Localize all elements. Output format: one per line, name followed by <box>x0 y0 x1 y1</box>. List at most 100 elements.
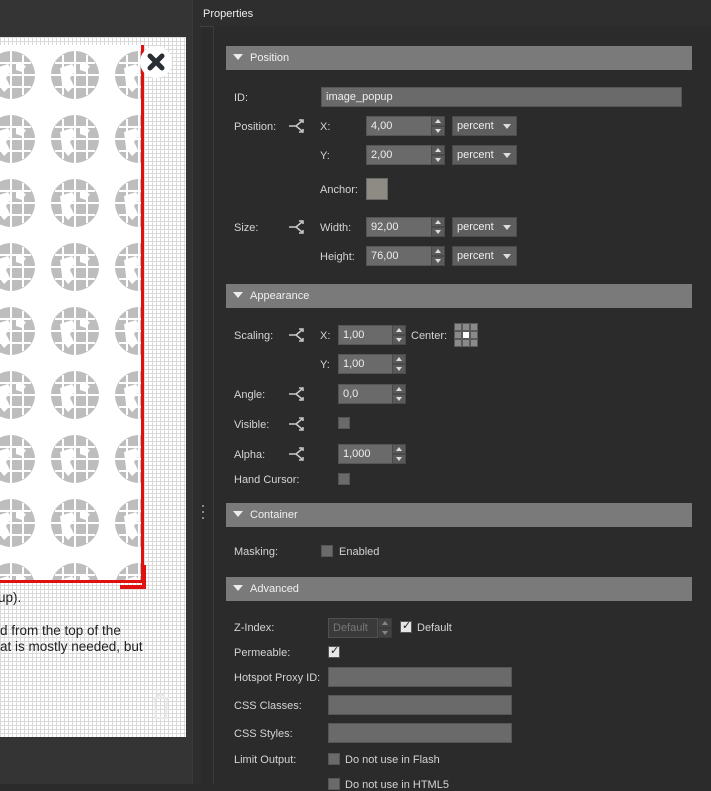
no-html5-label: Do not use in HTML5 <box>345 779 449 791</box>
alpha-stepper[interactable] <box>392 444 406 464</box>
close-icon <box>147 53 165 71</box>
editor-canvas[interactable]: up). d from the top of the at is mostly … <box>0 0 192 784</box>
globe-row <box>0 50 141 110</box>
zindex-default-checkbox[interactable] <box>400 619 412 633</box>
close-button[interactable] <box>140 46 172 78</box>
id-label: ID: <box>234 92 249 104</box>
width-field[interactable]: 92,00 <box>366 217 432 237</box>
splitter-grip-icon[interactable] <box>202 505 204 519</box>
selection-corner[interactable] <box>120 565 146 589</box>
globe-icon <box>0 434 36 484</box>
link-icon[interactable] <box>287 387 305 401</box>
section-position[interactable]: Position <box>226 46 692 70</box>
scale-x-field[interactable]: 1,00 <box>338 325 393 345</box>
globe-icon <box>50 498 100 548</box>
visible-checkbox[interactable] <box>338 417 350 429</box>
scaling-label: Scaling: <box>234 330 274 342</box>
pos-x-field[interactable]: 4,00 <box>366 116 432 136</box>
globe-row <box>0 178 141 238</box>
section-title: Appearance <box>250 290 310 302</box>
globe-icon <box>0 562 36 580</box>
stage-text-block: up). d from the top of the at is mostly … <box>0 590 186 655</box>
collapse-triangle-icon <box>233 585 243 591</box>
angle-label: Angle: <box>234 389 266 401</box>
link-icon[interactable] <box>287 447 305 461</box>
scale-x-stepper[interactable] <box>392 325 406 345</box>
anchor-label: Anchor: <box>320 184 358 196</box>
height-unit-select[interactable]: percent <box>452 246 517 266</box>
globe-icon <box>50 306 100 356</box>
globe-icon <box>50 370 100 420</box>
visible-label: Visible: <box>234 419 270 431</box>
section-title: Container <box>250 509 298 521</box>
globe-icon <box>114 242 141 292</box>
link-icon[interactable] <box>287 328 305 342</box>
globe-icon <box>50 562 100 580</box>
stage-text-line: at is mostly needed, but <box>0 639 143 654</box>
hotspot-field[interactable] <box>328 667 512 687</box>
height-stepper[interactable] <box>431 246 445 266</box>
globe-icon <box>114 498 141 548</box>
height-field[interactable]: 76,00 <box>366 246 432 266</box>
image-popup-element[interactable] <box>0 45 144 583</box>
globe-icon <box>114 178 141 228</box>
scale-y-field[interactable]: 1,00 <box>338 354 393 374</box>
section-advanced[interactable]: Advanced <box>226 577 692 601</box>
width-unit-select[interactable]: percent <box>452 217 517 237</box>
css-classes-field[interactable] <box>328 695 512 715</box>
pos-x-unit-select[interactable]: percent <box>452 116 517 136</box>
globe-icon <box>114 434 141 484</box>
stage-text-line: up). <box>0 590 22 605</box>
hand-cursor-checkbox[interactable] <box>338 473 350 485</box>
globe-icon <box>0 306 36 356</box>
zindex-default-label: Default <box>417 622 452 634</box>
globe-icon <box>0 114 36 164</box>
link-icon[interactable] <box>287 119 305 133</box>
angle-stepper[interactable] <box>392 384 406 404</box>
pos-y-unit-select[interactable]: percent <box>452 145 517 165</box>
angle-field[interactable]: 0,0 <box>338 384 393 404</box>
anchor-swatch[interactable] <box>366 178 388 200</box>
css-styles-label: CSS Styles: <box>234 728 293 740</box>
css-styles-field[interactable] <box>328 723 512 743</box>
trash-icon[interactable] <box>150 692 172 720</box>
width-stepper[interactable] <box>431 217 445 237</box>
id-field[interactable]: image_popup <box>321 87 682 107</box>
permeable-checkbox[interactable] <box>328 644 340 658</box>
scale-y-label: Y: <box>320 359 330 371</box>
center-anchor-grid[interactable] <box>454 323 478 347</box>
pos-y-label: Y: <box>320 150 330 162</box>
globe-icon <box>0 370 36 420</box>
section-container[interactable]: Container <box>226 503 692 527</box>
globe-icon <box>0 50 36 100</box>
permeable-label: Permeable: <box>234 647 291 659</box>
pos-x-stepper[interactable] <box>431 116 445 136</box>
link-icon[interactable] <box>287 417 305 431</box>
globe-row <box>0 242 141 302</box>
height-label: Height: <box>320 251 355 263</box>
globe-row <box>0 370 141 430</box>
collapse-triangle-icon <box>233 511 243 517</box>
no-flash-label: Do not use in Flash <box>345 754 440 766</box>
zindex-stepper[interactable] <box>378 618 392 638</box>
no-html5-checkbox[interactable] <box>328 778 340 790</box>
alpha-field[interactable]: 1,000 <box>338 444 393 464</box>
scale-y-stepper[interactable] <box>392 354 406 374</box>
section-title: Position <box>250 52 290 64</box>
globe-icon <box>50 242 100 292</box>
no-flash-checkbox[interactable] <box>328 753 340 765</box>
globe-icon <box>114 306 141 356</box>
link-icon[interactable] <box>287 220 305 234</box>
pos-y-field[interactable]: 2,00 <box>366 145 432 165</box>
width-label: Width: <box>320 222 352 234</box>
center-label: Center: <box>411 330 448 342</box>
size-label: Size: <box>234 222 259 234</box>
masking-checkbox[interactable] <box>321 545 333 557</box>
pos-x-label: X: <box>320 121 331 133</box>
collapse-triangle-icon <box>233 54 243 60</box>
zindex-field[interactable]: Default <box>328 618 378 638</box>
section-appearance[interactable]: Appearance <box>226 284 692 308</box>
panel-splitter[interactable] <box>192 0 201 784</box>
pos-y-stepper[interactable] <box>431 145 445 165</box>
masking-label: Masking: <box>234 546 279 558</box>
